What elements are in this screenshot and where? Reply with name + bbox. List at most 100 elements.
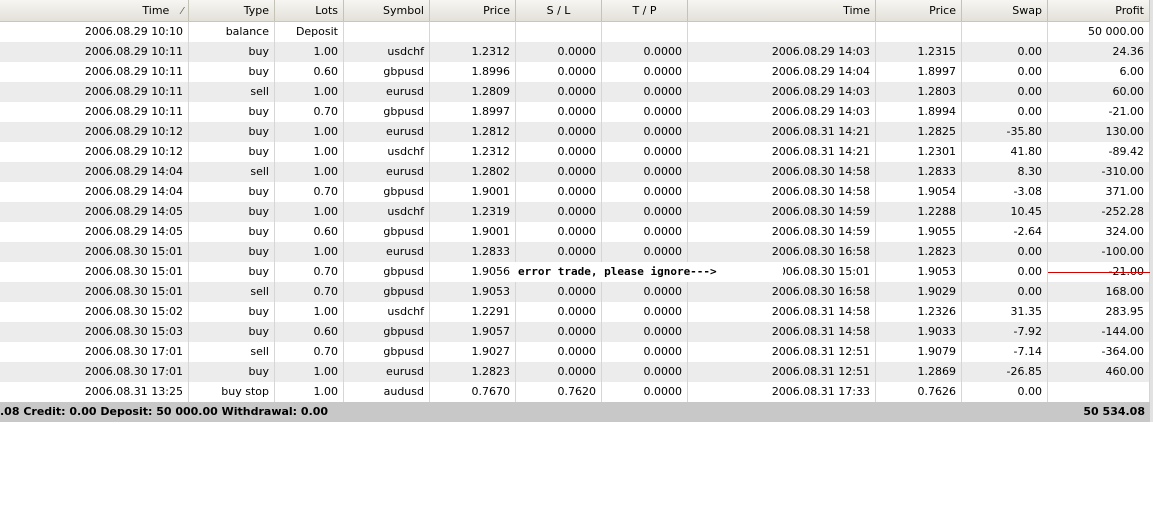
cell-open-time: 2006.08.29 10:11	[0, 42, 189, 62]
cell-lots: 0.70	[275, 282, 344, 302]
cell-type: buy	[189, 202, 275, 222]
cell-symbol: gbpusd	[344, 182, 430, 202]
table-row[interactable]: 2006.08.29 10:12 buy 1.00 usdchf 1.2312 0.000…	[0, 142, 1153, 162]
table-row[interactable]: 2006.08.30 15:03 buy 0.60 gbpusd 1.9057 0.000…	[0, 322, 1153, 342]
table-row[interactable]: 2006.08.29 14:04 sell 1.00 eurusd 1.2802 0.00…	[0, 162, 1153, 182]
cell-open-price: 0.7670	[430, 382, 516, 402]
column-header-stop-loss[interactable]: S / L	[516, 0, 602, 21]
cell-open-time: 2006.08.31 13:25	[0, 382, 189, 402]
table-row[interactable]: 2006.08.29 10:11 sell 1.00 eurusd 1.2809 0.00…	[0, 82, 1153, 102]
cell-close-time: 2006.08.31 14:21	[688, 122, 876, 142]
cell-profit: 168.00	[1048, 282, 1150, 302]
cell-open-time: 2006.08.29 10:11	[0, 62, 189, 82]
column-header-label: Price	[929, 4, 956, 17]
table-row[interactable]: 2006.08.29 10:10 balance Deposit 50 000.00	[0, 22, 1153, 42]
cell-close-price: 0.7626	[876, 382, 962, 402]
cell-close-price: 1.9055	[876, 222, 962, 242]
summary-text: .08 Credit: 0.00 Deposit: 50 000.00 With…	[0, 405, 329, 418]
column-header-profit[interactable]: Profit	[1048, 0, 1150, 21]
cell-close-price: 1.2315	[876, 42, 962, 62]
table-row[interactable]: 2006.08.30 15:02 buy 1.00 usdchf 1.2291 0.000…	[0, 302, 1153, 322]
cell-type: buy	[189, 122, 275, 142]
table-row[interactable]: 2006.08.29 10:12 buy 1.00 eurusd 1.2812 0.000…	[0, 122, 1153, 142]
cell-open-time: 2006.08.30 15:01	[0, 282, 189, 302]
cell-stop-loss: 0.0000	[516, 42, 602, 62]
cell-profit: 24.36	[1048, 42, 1150, 62]
cell-type: sell	[189, 342, 275, 362]
column-header-symbol[interactable]: Symbol	[344, 0, 430, 21]
cell-lots: 0.60	[275, 222, 344, 242]
cell-lots: 0.60	[275, 62, 344, 82]
table-row[interactable]: 2006.08.29 10:11 buy 1.00 usdchf 1.2312 0.000…	[0, 42, 1153, 62]
cell-stop-loss: 0.0000	[516, 122, 602, 142]
cell-swap: 31.35	[962, 302, 1048, 322]
cell-open-price: 1.9001	[430, 222, 516, 242]
cell-close-price: 1.2301	[876, 142, 962, 162]
table-row[interactable]: 2006.08.30 17:01 buy 1.00 eurusd 1.2823 0.000…	[0, 362, 1153, 382]
cell-lots: 1.00	[275, 362, 344, 382]
cell-open-price: 1.2291	[430, 302, 516, 322]
cell-symbol: usdchf	[344, 42, 430, 62]
cell-profit	[1048, 382, 1150, 402]
table-row[interactable]: 2006.08.30 15:01 buy 1.00 eurusd 1.2833 0.000…	[0, 242, 1153, 262]
column-header-swap[interactable]: Swap	[962, 0, 1048, 21]
cell-take-profit: 0.0000	[602, 202, 688, 222]
cell-close-time: 2006.08.31 12:51	[688, 342, 876, 362]
column-header-open-price[interactable]: Price	[430, 0, 516, 21]
table-row[interactable]: 2006.08.30 15:01 buy 0.70 gbpusd 1.9056 2006.…	[0, 262, 1153, 282]
cell-open-price: 1.9053	[430, 282, 516, 302]
column-header-take-profit[interactable]: T / P	[602, 0, 688, 21]
table-row[interactable]: 2006.08.29 10:11 buy 0.70 gbpusd 1.8997 0.000…	[0, 102, 1153, 122]
sort-indicator-icon: ⁄	[181, 6, 183, 17]
cell-open-price: 1.8996	[430, 62, 516, 82]
column-header-lots[interactable]: Lots	[275, 0, 344, 21]
column-header-type[interactable]: Type	[189, 0, 275, 21]
table-row[interactable]: 2006.08.31 13:25 buy stop 1.00 audusd 0.7670…	[0, 382, 1153, 402]
table-row[interactable]: 2006.08.29 14:05 buy 0.60 gbpusd 1.9001 0.000…	[0, 222, 1153, 242]
table-row[interactable]: 2006.08.29 10:11 buy 0.60 gbpusd 1.8996 0.000…	[0, 62, 1153, 82]
cell-close-price: 1.2825	[876, 122, 962, 142]
cell-take-profit: 0.0000	[602, 42, 688, 62]
table-row[interactable]: 2006.08.29 14:04 buy 0.70 gbpusd 1.9001 0.000…	[0, 182, 1153, 202]
cell-open-price: 1.2312	[430, 142, 516, 162]
cell-profit: 460.00	[1048, 362, 1150, 382]
cell-take-profit: 0.0000	[602, 382, 688, 402]
cell-type: buy	[189, 362, 275, 382]
cell-symbol: eurusd	[344, 242, 430, 262]
cell-open-time: 2006.08.29 14:04	[0, 162, 189, 182]
cell-symbol: gbpusd	[344, 322, 430, 342]
cell-swap: 0.00	[962, 62, 1048, 82]
cell-stop-loss: 0.0000	[516, 162, 602, 182]
cell-lots: 0.70	[275, 102, 344, 122]
cell-lots: 0.70	[275, 262, 344, 282]
cell-swap: 41.80	[962, 142, 1048, 162]
column-header-close-price[interactable]: Price	[876, 0, 962, 21]
cell-take-profit	[602, 22, 688, 42]
cell-close-time: 2006.08.31 17:33	[688, 382, 876, 402]
cell-open-price: 1.2812	[430, 122, 516, 142]
table-row[interactable]: 2006.08.30 15:01 sell 0.70 gbpusd 1.9053 0.00…	[0, 282, 1153, 302]
cell-close-price	[876, 22, 962, 42]
cell-take-profit: 0.0000	[602, 102, 688, 122]
cell-close-time: 2006.08.30 14:58	[688, 182, 876, 202]
cell-stop-loss: 0.0000	[516, 322, 602, 342]
table-row[interactable]: 2006.08.30 17:01 sell 0.70 gbpusd 1.9027 0.00…	[0, 342, 1153, 362]
cell-close-time: 2006.08.29 14:03	[688, 102, 876, 122]
cell-take-profit: 0.0000	[602, 242, 688, 262]
cell-type: buy	[189, 102, 275, 122]
column-header-open-time[interactable]: Time ⁄	[0, 0, 189, 21]
column-header-label: Price	[483, 4, 510, 17]
column-header-close-time[interactable]: Time	[688, 0, 876, 21]
cell-open-time: 2006.08.29 14:04	[0, 182, 189, 202]
cell-profit: 6.00	[1048, 62, 1150, 82]
error-trade-annotation: error trade, please ignore--->	[515, 262, 783, 282]
cell-symbol: gbpusd	[344, 222, 430, 242]
column-header-label: Symbol	[383, 4, 424, 17]
cell-swap: 0.00	[962, 42, 1048, 62]
cell-close-price: 1.2288	[876, 202, 962, 222]
cell-swap	[962, 22, 1048, 42]
cell-open-time: 2006.08.30 15:01	[0, 262, 189, 282]
cell-close-time: 2006.08.29 14:04	[688, 62, 876, 82]
cell-profit: -310.00	[1048, 162, 1150, 182]
table-row[interactable]: 2006.08.29 14:05 buy 1.00 usdchf 1.2319 0.000…	[0, 202, 1153, 222]
